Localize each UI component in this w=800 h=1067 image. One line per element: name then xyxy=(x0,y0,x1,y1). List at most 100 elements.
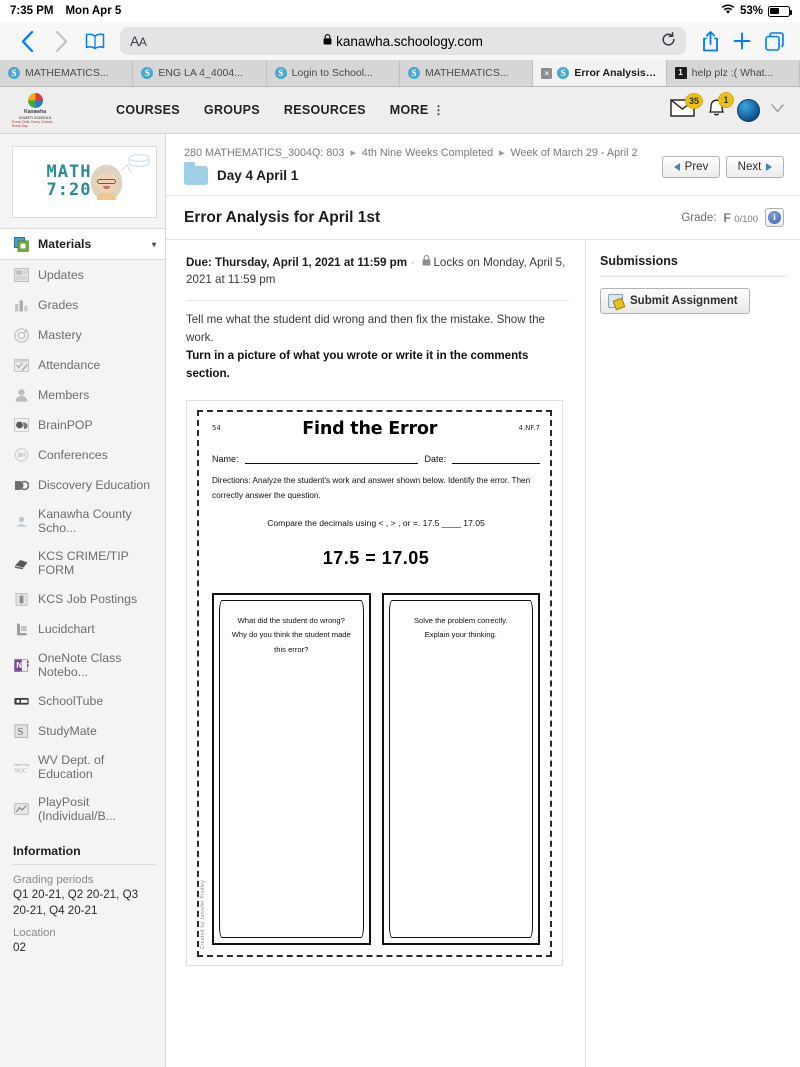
browser-tab[interactable]: 1 help plz :( What... xyxy=(666,60,800,86)
submissions-panel: Submissions Submit Assignment xyxy=(586,240,800,1067)
sidebar-item-updates[interactable]: Updates xyxy=(0,260,165,290)
nav-groups[interactable]: GROUPS xyxy=(204,103,260,117)
worksheet-box-2-prompt: Solve the problem correctly. Explain you… xyxy=(388,600,533,938)
due-date-line: Due: Thursday, April 1, 2021 at 11:59 pm… xyxy=(186,254,569,289)
schoology-top-nav: Kanawha COUNTY SCHOOLS Every Child. Ever… xyxy=(0,87,800,134)
breadcrumb-course[interactable]: 280 MATHEMATICS_3004Q: 803 xyxy=(184,147,344,159)
breadcrumb-region: 280 MATHEMATICS_3004Q: 803 ▸ 4th Nine We… xyxy=(166,134,800,196)
next-button[interactable]: Next xyxy=(726,156,784,178)
tab-label: Error Analysis f... xyxy=(574,67,658,79)
page-body: MATH 7:20 Materials ▾ Updates Grades Mas… xyxy=(0,134,800,1067)
battery-percent: 53% xyxy=(739,5,763,17)
submit-assignment-icon xyxy=(608,294,623,308)
kcs-job-postings-icon xyxy=(13,591,29,607)
schoology-favicon: S xyxy=(274,67,287,79)
reload-icon[interactable] xyxy=(661,32,676,50)
sidebar-item-lucidchart[interactable]: Lucidchart xyxy=(0,614,165,644)
status-date: Mon Apr 5 xyxy=(65,5,122,17)
notifications-button[interactable]: 1 xyxy=(706,92,734,122)
schoology-favicon: S xyxy=(557,67,570,79)
kanawha-logo[interactable]: Kanawha COUNTY SCHOOLS Every Child. Ever… xyxy=(12,90,58,130)
sidebar-item-mastery[interactable]: Mastery xyxy=(0,320,165,350)
dark-favicon: 1 xyxy=(674,67,687,79)
sidebar-item-label: Grades xyxy=(38,298,79,312)
grade-score: 0/100 xyxy=(734,213,758,225)
schooltube-icon xyxy=(13,693,29,709)
browser-tab[interactable]: S ENG LA 4_4004... xyxy=(133,60,267,86)
tab-label: MATHEMATICS... xyxy=(25,67,109,79)
sidebar-item-attendance[interactable]: Attendance xyxy=(0,350,165,380)
wifi-icon xyxy=(721,4,735,18)
kanawha-logo-mark xyxy=(27,92,43,108)
schoology-favicon: S xyxy=(8,67,20,79)
plus-icon[interactable] xyxy=(726,26,758,56)
assignment-body: Due: Thursday, April 1, 2021 at 11:59 pm… xyxy=(166,240,586,1067)
sidebar-item-label: OneNote Class Notebo... xyxy=(38,651,122,679)
worksheet-problem: Compare the decimals using < , > , or =.… xyxy=(267,518,485,528)
schoology-favicon: S xyxy=(141,67,154,79)
sidebar-item-label: Updates xyxy=(38,268,84,282)
worksheet-border: Created by Jennifer Findley 54 Find the … xyxy=(197,409,552,957)
browser-tab-active[interactable]: × S Error Analysis f... xyxy=(533,60,667,86)
sidebar-item-brainpop[interactable]: BrainPOP xyxy=(0,410,165,440)
sidebar-item-kcs-crime-tip-form[interactable]: KCS CRIME/TIP FORM xyxy=(0,542,165,584)
sidebar-item-playposit[interactable]: PlayPosit (Individual/B... xyxy=(0,788,165,830)
nav-resources[interactable]: RESOURCES xyxy=(284,103,366,117)
sidebar-item-conferences[interactable]: Conferences xyxy=(0,440,165,470)
course-banner-line2: 7:20 xyxy=(46,180,92,200)
breadcrumb-folder-1[interactable]: 4th Nine Weeks Completed xyxy=(362,147,493,159)
sidebar-item-wv-dept-of-education[interactable]: West VirginiaSUC WV Dept. of Education xyxy=(0,746,165,788)
sidebar-item-kcs-job-postings[interactable]: KCS Job Postings xyxy=(0,584,165,614)
messages-button[interactable]: 35 xyxy=(670,92,703,122)
kanawha-logo-tagline: Every Child. Every Chance. Every Day. xyxy=(12,119,54,128)
conferences-icon xyxy=(13,447,29,463)
url-text: kanawha.schoology.com xyxy=(336,33,483,49)
chevron-down-icon[interactable] xyxy=(771,104,784,116)
ios-status-bar: 7:35 PM Mon Apr 5 53% xyxy=(0,0,800,22)
forward-chevron-icon xyxy=(44,26,78,56)
browser-tab[interactable]: S MATHEMATICS... xyxy=(399,60,534,86)
sidebar-item-discovery-education[interactable]: Discovery Education xyxy=(0,470,165,500)
breadcrumb-separator: ▸ xyxy=(350,147,356,159)
breadcrumb-folder-2[interactable]: Week of March 29 - April 2 xyxy=(511,147,638,159)
worksheet-title: Find the Error xyxy=(302,418,438,439)
prev-button[interactable]: Prev xyxy=(662,156,720,178)
sidebar-item-members[interactable]: Members xyxy=(0,380,165,410)
due-date: Due: Thursday, April 1, 2021 at 11:59 pm xyxy=(186,256,408,269)
materials-icon xyxy=(13,236,29,252)
discovery-education-icon xyxy=(13,477,29,493)
browser-tab[interactable]: S MATHEMATICS... xyxy=(0,60,134,86)
sidebar-item-grades[interactable]: Grades xyxy=(0,290,165,320)
submit-assignment-button[interactable]: Submit Assignment xyxy=(600,288,750,314)
grading-periods-label: Grading periods xyxy=(13,874,94,886)
nav-more[interactable]: MORE ⋮ xyxy=(389,103,445,117)
worksheet-credit: Created by Jennifer Findley xyxy=(200,879,206,949)
user-avatar[interactable] xyxy=(737,98,760,122)
dot-separator: · xyxy=(411,256,415,269)
sidebar-item-materials[interactable]: Materials ▾ xyxy=(0,228,165,260)
sidebar-item-studymate[interactable]: S StudyMate xyxy=(0,716,165,746)
text-size-button[interactable]: AAAA xyxy=(130,33,147,49)
grade-info-button[interactable]: i xyxy=(765,208,784,227)
address-bar[interactable]: AAAA kanawha.schoology.com xyxy=(120,27,686,55)
sidebar-item-kanawha-county-schools[interactable]: Kanawha County Scho... xyxy=(0,500,165,542)
worksheet-image[interactable]: Created by Jennifer Findley 54 Find the … xyxy=(186,399,563,966)
close-icon[interactable]: × xyxy=(541,67,553,79)
svg-text:West Virginia: West Virginia xyxy=(14,763,29,767)
tabs-icon[interactable] xyxy=(758,26,790,56)
tab-label: ENG LA 4_4004... xyxy=(158,67,243,79)
sidebar-item-label: BrainPOP xyxy=(38,418,93,432)
sidebar-item-label: KCS CRIME/TIP FORM xyxy=(38,549,129,577)
information-heading: Information xyxy=(13,844,81,858)
back-chevron-icon[interactable] xyxy=(10,26,44,56)
browser-tab[interactable]: S Login to School... xyxy=(266,60,400,86)
book-icon[interactable] xyxy=(78,26,112,56)
sidebar-item-onenote-class-notebook[interactable]: N OneNote Class Notebo... xyxy=(0,644,165,686)
nav-courses[interactable]: COURSES xyxy=(116,103,180,117)
svg-text:S: S xyxy=(17,726,23,738)
sidebar-item-schooltube[interactable]: SchoolTube xyxy=(0,686,165,716)
nav-more-label: MORE xyxy=(389,103,429,117)
grade-value: F 0/100 xyxy=(724,211,758,225)
share-icon[interactable] xyxy=(694,26,726,56)
grades-icon xyxy=(13,297,29,313)
